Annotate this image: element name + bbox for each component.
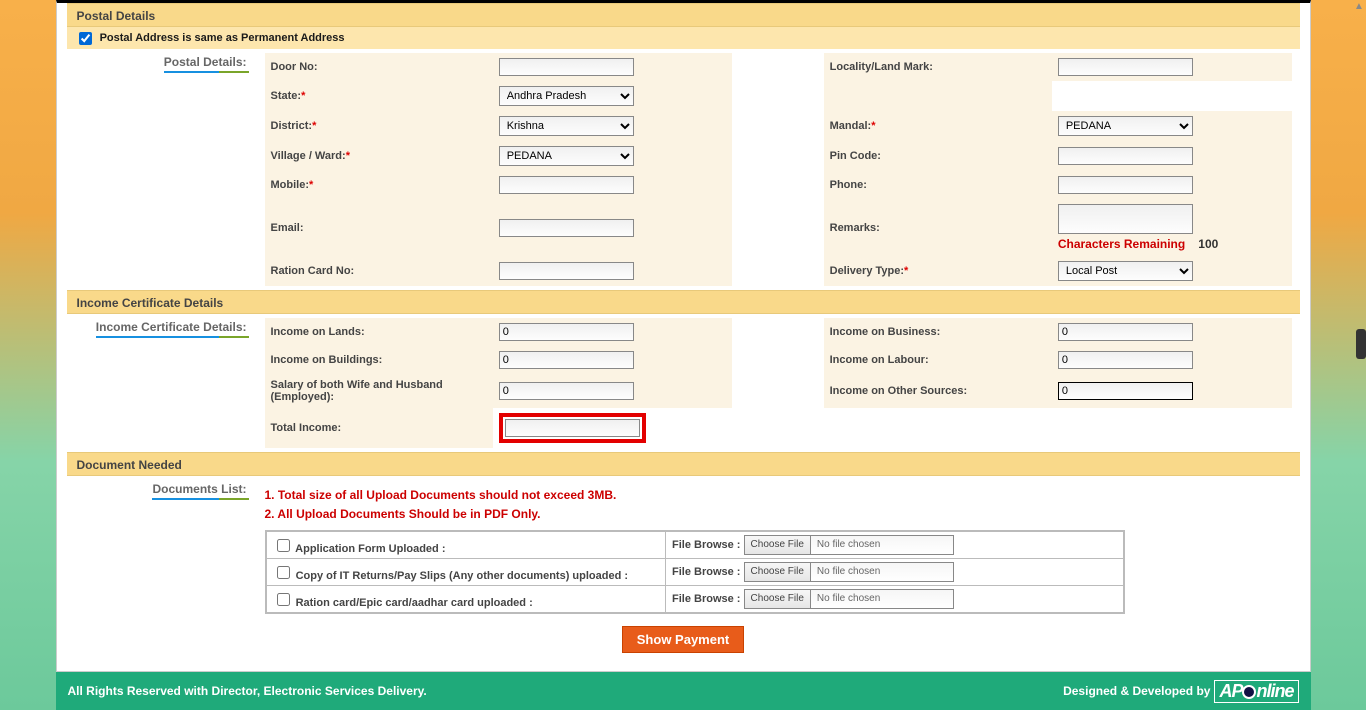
checkbox-postal-same[interactable] [79, 32, 92, 45]
input-income-buildings[interactable] [499, 351, 634, 369]
label-income-labour: Income on Labour: [824, 346, 1052, 374]
checkbox-doc-2[interactable] [277, 566, 290, 579]
footer-left: All Rights Reserved with Director, Elect… [68, 684, 427, 698]
postal-same-label: Postal Address is same as Permanent Addr… [100, 32, 345, 44]
footer-bar: All Rights Reserved with Director, Elect… [56, 672, 1311, 710]
input-income-salary[interactable] [499, 382, 634, 400]
input-income-business[interactable] [1058, 323, 1193, 341]
scroll-up-icon[interactable]: ▲ [1352, 0, 1366, 14]
label-pin: Pin Code: [824, 141, 1052, 171]
label-delivery: Delivery Type: [830, 265, 904, 277]
input-income-total[interactable] [505, 419, 640, 437]
checkbox-doc-3[interactable] [277, 593, 290, 606]
doc-note-1: 1. Total size of all Upload Documents sh… [265, 486, 1292, 505]
doc-note-2: 2. All Upload Documents Should be in PDF… [265, 505, 1292, 524]
file-input-3[interactable]: Choose FileNo file chosen [744, 589, 954, 609]
section-header-postal: Postal Details [67, 3, 1300, 27]
chars-remaining-value: 100 [1198, 237, 1218, 251]
chars-remaining-label: Characters Remaining [1058, 237, 1185, 251]
input-ration[interactable] [499, 262, 634, 280]
aponline-logo: APnline [1214, 680, 1298, 703]
label-email: Email: [265, 199, 493, 256]
label-door: Door No: [265, 53, 493, 81]
label-mandal: Mandal: [830, 120, 872, 132]
input-locality[interactable] [1058, 58, 1193, 76]
label-income-total: Total Income: [265, 408, 493, 448]
label-state: State: [271, 90, 302, 102]
label-income-other: Income on Other Sources: [824, 374, 1052, 408]
label-mobile: Mobile: [271, 179, 310, 191]
label-district: District: [271, 120, 313, 132]
file-input-2[interactable]: Choose FileNo file chosen [744, 562, 954, 582]
input-phone[interactable] [1058, 176, 1193, 194]
doc-row-1-label: Application Form Uploaded : [295, 543, 445, 555]
select-mandal[interactable]: PEDANA [1058, 116, 1193, 136]
input-email[interactable] [499, 219, 634, 237]
section-header-docs: Document Needed [67, 452, 1300, 476]
input-pin[interactable] [1058, 147, 1193, 165]
file-browse-label-1: File Browse : [672, 539, 740, 551]
doc-row-2-label: Copy of IT Returns/Pay Slips (Any other … [296, 570, 628, 582]
label-remarks: Remarks: [824, 199, 1052, 256]
highlight-total-income [499, 413, 646, 443]
side-label-postal: Postal Details: [164, 55, 247, 73]
label-income-buildings: Income on Buildings: [265, 346, 493, 374]
file-browse-label-3: File Browse : [672, 593, 740, 605]
side-label-docs: Documents List: [152, 482, 246, 500]
input-income-lands[interactable] [499, 323, 634, 341]
input-mobile[interactable] [499, 176, 634, 194]
label-village: Village / Ward: [271, 150, 346, 162]
input-door[interactable] [499, 58, 634, 76]
file-browse-label-2: File Browse : [672, 566, 740, 578]
docs-table: Application Form Uploaded : File Browse … [265, 530, 1125, 614]
side-label-income: Income Certificate Details: [96, 320, 247, 338]
select-district[interactable]: Krishna [499, 116, 634, 136]
show-payment-button[interactable]: Show Payment [622, 626, 744, 653]
label-income-business: Income on Business: [824, 318, 1052, 346]
scrollbar-thumb[interactable] [1356, 329, 1366, 359]
input-income-labour[interactable] [1058, 351, 1193, 369]
postal-same-row: Postal Address is same as Permanent Addr… [67, 27, 1300, 49]
section-header-income: Income Certificate Details [67, 290, 1300, 314]
select-village[interactable]: PEDANA [499, 146, 634, 166]
checkbox-doc-1[interactable] [277, 539, 290, 552]
label-locality: Locality/Land Mark: [824, 53, 1052, 81]
select-delivery[interactable]: Local Post [1058, 261, 1193, 281]
label-ration: Ration Card No: [265, 256, 493, 286]
file-input-1[interactable]: Choose FileNo file chosen [744, 535, 954, 555]
textarea-remarks[interactable] [1058, 204, 1193, 234]
label-income-lands: Income on Lands: [265, 318, 493, 346]
label-income-salary: Salary of both Wife and Husband (Employe… [265, 374, 493, 408]
select-state[interactable]: Andhra Pradesh [499, 86, 634, 106]
input-income-other[interactable] [1058, 382, 1193, 400]
label-phone: Phone: [824, 171, 1052, 199]
footer-right: Designed & Developed by [1063, 684, 1210, 698]
doc-row-3-label: Ration card/Epic card/aadhar card upload… [296, 597, 533, 609]
